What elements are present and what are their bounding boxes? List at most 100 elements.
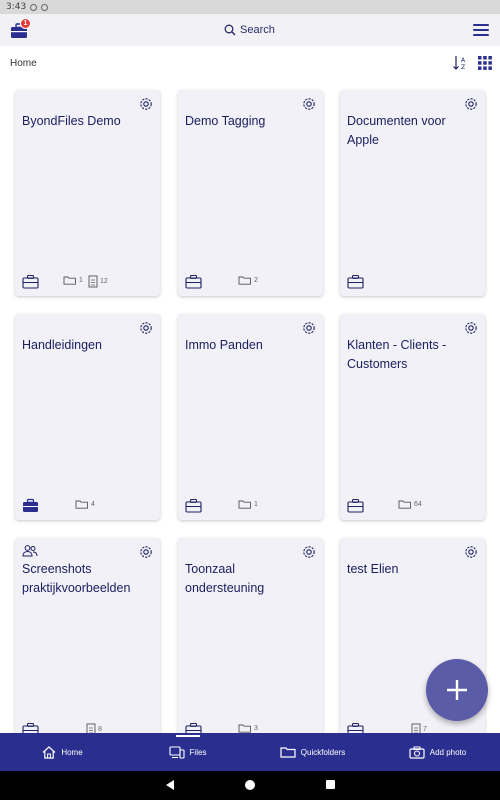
status-icon bbox=[30, 3, 38, 11]
folder-icon bbox=[238, 276, 251, 285]
file-count: 7 bbox=[411, 723, 427, 733]
status-icon bbox=[41, 3, 49, 11]
folder-footer: 7 bbox=[347, 722, 479, 733]
status-bar: 3:43 bbox=[0, 0, 500, 14]
folder-icon bbox=[238, 724, 251, 733]
search-label: Search bbox=[240, 24, 275, 36]
document-icon bbox=[411, 723, 421, 733]
folder-card[interactable]: ByondFiles Demo 1 12 bbox=[15, 90, 160, 296]
nav-files-label: Files bbox=[189, 747, 207, 757]
folder-card[interactable]: Immo Panden 1 bbox=[178, 314, 323, 520]
settings-gear-icon[interactable] bbox=[301, 96, 317, 112]
nav-add-photo-label: Add photo bbox=[429, 747, 467, 757]
nav-quickfolders[interactable]: Quickfolders bbox=[250, 733, 375, 771]
folder-footer: 3 bbox=[185, 722, 317, 733]
add-button[interactable] bbox=[426, 659, 488, 721]
folder-card[interactable]: Toonzaal ondersteuning 3 bbox=[178, 538, 323, 733]
nav-quickfolders-label: Quickfolders bbox=[300, 747, 346, 757]
search-button[interactable]: Search bbox=[224, 21, 275, 39]
folder-icon bbox=[398, 500, 411, 509]
briefcase-icon bbox=[185, 274, 202, 289]
top-bar: 1 Search bbox=[0, 14, 500, 46]
folder-footer: 1 12 bbox=[22, 274, 154, 290]
files-icon bbox=[168, 745, 185, 759]
nav-files[interactable]: Files bbox=[125, 733, 250, 771]
folder-title: Screenshots praktijkvoorbeelden bbox=[22, 562, 131, 595]
search-icon bbox=[224, 24, 236, 36]
breadcrumb-home[interactable]: Home bbox=[10, 58, 37, 69]
grid-view-icon bbox=[478, 56, 492, 70]
folder-count: 3 bbox=[238, 723, 258, 733]
folder-footer: 8 bbox=[22, 722, 154, 733]
home-circle-icon[interactable] bbox=[245, 780, 255, 790]
briefcase-icon bbox=[347, 722, 364, 733]
nav-home[interactable]: Home bbox=[0, 733, 125, 771]
folder-title: Demo Tagging bbox=[185, 114, 266, 128]
folder-icon bbox=[280, 747, 296, 758]
camera-icon bbox=[409, 746, 425, 759]
settings-gear-icon[interactable] bbox=[138, 320, 154, 336]
settings-gear-icon[interactable] bbox=[138, 544, 154, 560]
nav-home-label: Home bbox=[61, 747, 83, 757]
system-nav-bar bbox=[0, 771, 500, 800]
folder-count: 64 bbox=[398, 499, 422, 509]
plus-icon bbox=[447, 680, 467, 700]
folder-footer: 1 bbox=[185, 498, 317, 514]
sort-az-icon: A Z bbox=[453, 56, 466, 71]
folder-card[interactable]: Demo Tagging 2 bbox=[178, 90, 323, 296]
folder-card[interactable]: Handleidingen 4 bbox=[15, 314, 160, 520]
folder-icon bbox=[63, 276, 76, 285]
folder-footer bbox=[347, 274, 479, 290]
briefcase-icon bbox=[22, 722, 39, 733]
settings-gear-icon[interactable] bbox=[463, 320, 479, 336]
briefcase-icon bbox=[185, 498, 202, 513]
folder-title: Handleidingen bbox=[22, 338, 102, 352]
folder-footer: 64 bbox=[347, 498, 479, 514]
folder-icon bbox=[75, 500, 88, 509]
folder-card[interactable]: Screenshots praktijkvoorbeelden 8 bbox=[15, 538, 160, 733]
folder-title: ByondFiles Demo bbox=[22, 114, 121, 128]
file-count: 12 bbox=[88, 275, 108, 288]
back-icon[interactable] bbox=[166, 780, 174, 790]
hamburger-menu-icon bbox=[473, 24, 489, 36]
status-time: 3:43 bbox=[6, 2, 27, 12]
recent-apps-icon[interactable] bbox=[326, 780, 335, 789]
briefcase-icon bbox=[22, 274, 39, 289]
shared-users-icon bbox=[22, 545, 38, 557]
menu-button[interactable] bbox=[472, 21, 490, 39]
home-icon bbox=[42, 745, 56, 759]
folder-title: Toonzaal ondersteuning bbox=[185, 562, 265, 595]
folder-title: Immo Panden bbox=[185, 338, 263, 352]
folder-footer: 4 bbox=[22, 498, 154, 514]
settings-gear-icon[interactable] bbox=[463, 96, 479, 112]
document-icon bbox=[88, 275, 98, 288]
settings-gear-icon[interactable] bbox=[301, 320, 317, 336]
folder-count: 1 bbox=[63, 275, 83, 285]
breadcrumb-bar: Home A Z bbox=[0, 46, 500, 82]
svg-text:A: A bbox=[461, 57, 466, 64]
grid-view-button[interactable] bbox=[478, 56, 492, 70]
folder-card[interactable]: Documenten voor Apple bbox=[340, 90, 485, 296]
notification-badge: 1 bbox=[20, 18, 31, 29]
briefcase-filled-icon bbox=[23, 498, 38, 512]
briefcase-icon bbox=[347, 498, 364, 513]
folder-title: Documenten voor Apple bbox=[347, 114, 446, 147]
sort-button[interactable]: A Z bbox=[452, 55, 468, 71]
folder-title: test Elien bbox=[347, 562, 399, 576]
folder-card[interactable]: Klanten - Clients - Customers 64 bbox=[340, 314, 485, 520]
folder-title: Klanten - Clients - Customers bbox=[347, 338, 447, 371]
folder-count: 4 bbox=[75, 499, 95, 509]
briefcase-icon bbox=[185, 722, 202, 733]
settings-gear-icon[interactable] bbox=[463, 544, 479, 560]
settings-gear-icon[interactable] bbox=[301, 544, 317, 560]
folder-footer: 2 bbox=[185, 274, 317, 290]
nav-add-photo[interactable]: Add photo bbox=[375, 733, 500, 771]
folder-count: 2 bbox=[238, 275, 258, 285]
briefcase-button[interactable]: 1 bbox=[10, 18, 31, 40]
settings-gear-icon[interactable] bbox=[138, 96, 154, 112]
file-count: 8 bbox=[86, 723, 102, 733]
svg-text:Z: Z bbox=[461, 64, 465, 71]
document-icon bbox=[86, 723, 96, 733]
folder-icon bbox=[238, 500, 251, 509]
folder-count: 1 bbox=[238, 499, 258, 509]
